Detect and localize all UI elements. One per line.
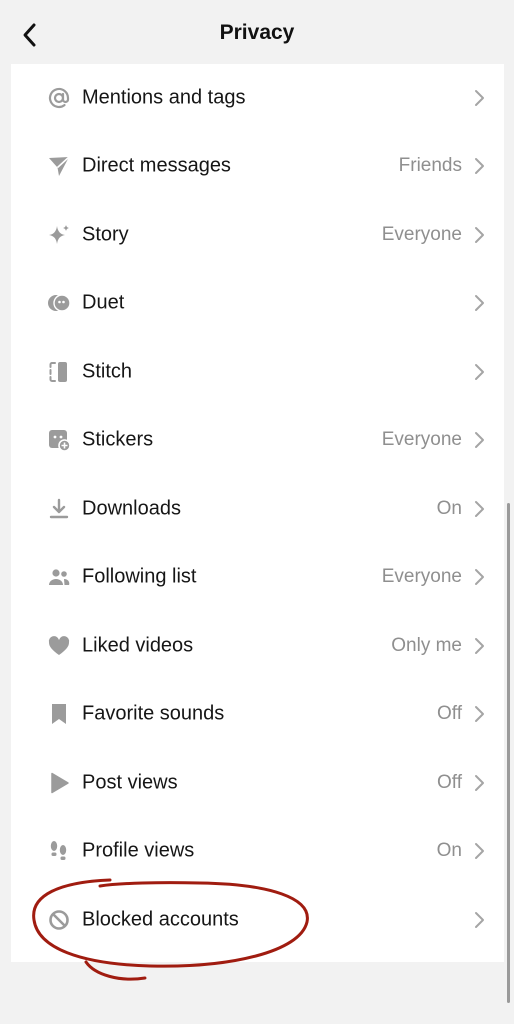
settings-item-story[interactable]: Story Everyone — [11, 201, 504, 269]
stitch-icon — [47, 360, 71, 384]
chevron-right-icon — [475, 364, 484, 380]
settings-item-value: Everyone — [381, 566, 462, 587]
settings-item-following-list[interactable]: Following list Everyone — [11, 543, 504, 611]
header-bar: Privacy — [0, 0, 514, 66]
settings-item-value: Only me — [391, 635, 462, 656]
settings-item-value: On — [436, 498, 462, 519]
chevron-right-icon — [475, 843, 484, 859]
sparkle-icon — [47, 223, 71, 247]
chevron-right-icon — [475, 569, 484, 585]
download-icon — [47, 497, 71, 521]
settings-item-value: Off — [437, 703, 462, 724]
settings-item-label: Liked videos — [82, 634, 194, 657]
page-title: Privacy — [219, 21, 295, 44]
settings-item-label: Mentions and tags — [82, 86, 246, 109]
settings-item-downloads[interactable]: Downloads On — [11, 475, 504, 543]
chevron-right-icon — [475, 912, 484, 928]
chevron-right-icon — [475, 638, 484, 654]
blocked-icon — [47, 908, 71, 932]
settings-item-label: Stickers — [82, 428, 154, 451]
paper-plane-icon — [47, 154, 71, 178]
play-icon — [47, 771, 71, 795]
chevron-right-icon — [475, 158, 484, 174]
settings-item-post-views[interactable]: Post views Off — [11, 749, 504, 817]
footprints-icon — [47, 839, 71, 863]
settings-item-mentions[interactable]: Mentions and tags — [11, 64, 504, 132]
settings-item-label: Duet — [82, 291, 125, 314]
chevron-right-icon — [475, 227, 484, 243]
chevron-right-icon — [475, 90, 484, 106]
settings-item-favorite-sounds[interactable]: Favorite sounds Off — [11, 680, 504, 748]
settings-item-label: Story — [82, 223, 129, 246]
at-icon — [47, 86, 71, 110]
settings-item-blocked-accounts[interactable]: Blocked accounts — [11, 886, 504, 954]
settings-item-value: On — [436, 840, 462, 861]
chevron-right-icon — [475, 501, 484, 517]
settings-item-value: Friends — [398, 155, 462, 176]
settings-item-stitch[interactable]: Stitch — [11, 338, 504, 406]
chevron-right-icon — [475, 295, 484, 311]
settings-item-value: Off — [437, 772, 462, 793]
settings-item-value: Everyone — [381, 429, 462, 450]
settings-item-label: Downloads — [82, 497, 181, 520]
settings-item-duet[interactable]: Duet — [11, 269, 504, 337]
settings-item-label: Following list — [82, 565, 197, 588]
settings-item-label: Profile views — [82, 839, 195, 862]
settings-item-label: Blocked accounts — [82, 908, 239, 931]
settings-item-label: Post views — [82, 771, 178, 794]
settings-list: Mentions and tags Direct messages Friend… — [11, 64, 504, 962]
chevron-right-icon — [475, 706, 484, 722]
settings-item-label: Stitch — [82, 360, 133, 383]
settings-item-value: Everyone — [381, 224, 462, 245]
settings-item-liked-videos[interactable]: Liked videos Only me — [11, 612, 504, 680]
duet-icon — [47, 291, 71, 315]
chevron-right-icon — [475, 432, 484, 448]
heart-icon — [47, 634, 71, 658]
settings-item-stickers[interactable]: Stickers Everyone — [11, 406, 504, 474]
settings-item-direct-messages[interactable]: Direct messages Friends — [11, 132, 504, 200]
settings-item-label: Favorite sounds — [82, 702, 225, 725]
chevron-right-icon — [475, 775, 484, 791]
bookmark-icon — [47, 702, 71, 726]
settings-item-profile-views[interactable]: Profile views On — [11, 817, 504, 885]
people-icon — [47, 565, 71, 589]
sticker-icon — [47, 428, 71, 452]
scrollbar[interactable] — [507, 503, 510, 1003]
settings-item-label: Direct messages — [82, 154, 231, 177]
